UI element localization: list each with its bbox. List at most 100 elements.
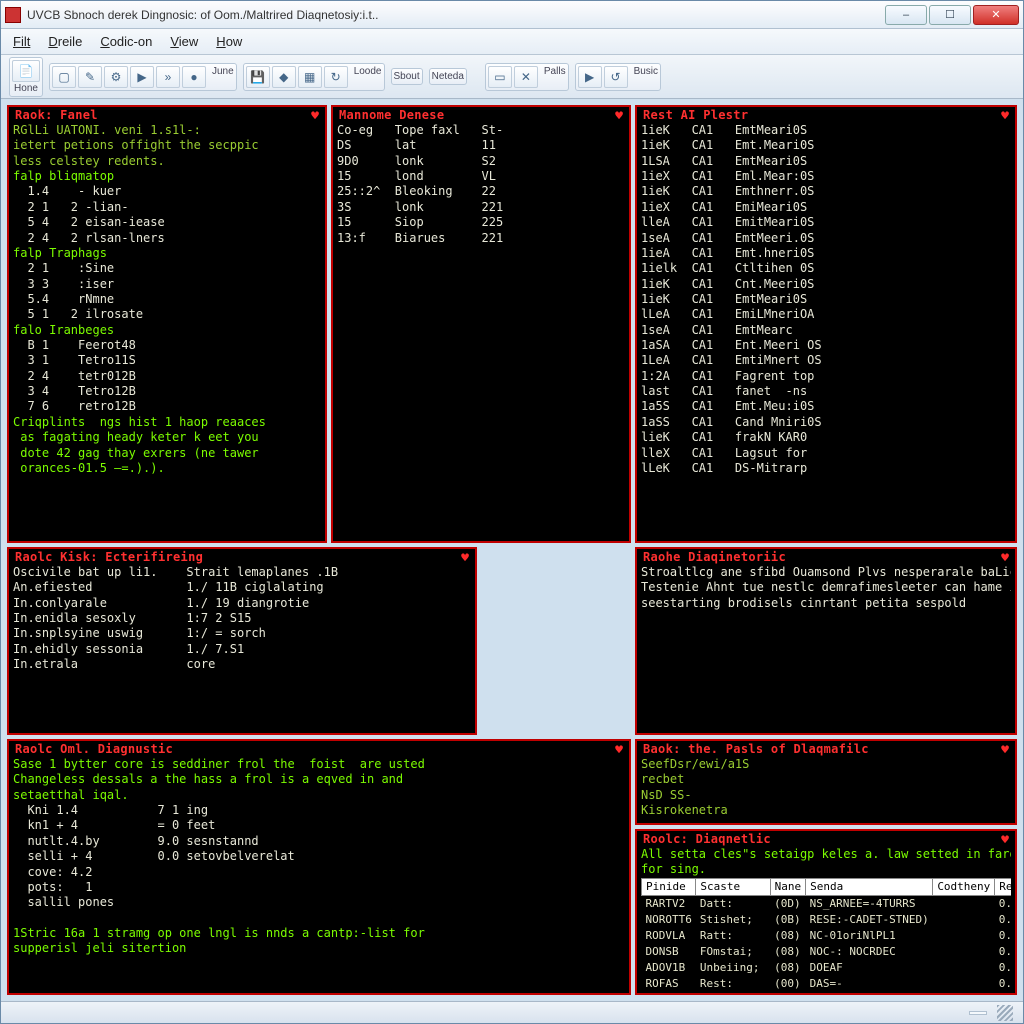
maximize-button[interactable]: ☐	[929, 5, 971, 25]
cell: NOC-: NOCRDEC	[806, 944, 933, 960]
cell: Unbeiing;	[696, 960, 770, 976]
panel-title: Rest AI Plestr	[641, 108, 750, 123]
diag-table: PinideScasteNaneSendaCodthenyRecnmeRARTV…	[641, 878, 1011, 989]
close-button[interactable]: ✕	[973, 5, 1019, 25]
tb-label-hone: Hone	[14, 83, 38, 94]
tb-group-sbout: Sbout	[391, 68, 423, 85]
tbtn-refresh-icon[interactable]: ↺	[604, 66, 628, 88]
cell: (0B)	[770, 912, 806, 928]
tbtn-win-icon[interactable]: ▢	[52, 66, 76, 88]
panel-body: RGlLi UATONI. veni 1.s1l-: ietert petion…	[13, 123, 321, 537]
panel-body: Stroaltlcg ane sfibd Ouamsond Plvs nespe…	[641, 565, 1011, 729]
cell: RESE:-CADET-STNED)	[806, 912, 933, 928]
tbtn-window-icon[interactable]: ▭	[488, 66, 512, 88]
panel-kisk[interactable]: Raolc Kisk: Ecterifireing ♥ Oscivile bat…	[7, 547, 477, 735]
cell: RODVLA	[642, 928, 696, 944]
tb-label-loode: Loode	[354, 66, 382, 77]
menu-view[interactable]: View	[170, 34, 198, 49]
menu-filt[interactable]: Filt	[13, 34, 30, 49]
tbtn-rec-icon[interactable]: ●	[182, 66, 206, 88]
panel-body: Oscivile bat up li1. Strait lemaplanes .…	[13, 565, 471, 729]
tbtn-play-icon[interactable]: ▶	[130, 66, 154, 88]
window-buttons: – ☐ ✕	[883, 5, 1019, 25]
panel-title: Raolc Kisk: Ecterifireing	[13, 550, 205, 565]
col-header[interactable]: Codtheny	[933, 878, 995, 895]
statusbar	[1, 1001, 1023, 1023]
cell	[933, 895, 995, 912]
tbtn-grid-icon[interactable]: ▦	[298, 66, 322, 88]
cell: NOROTT6	[642, 912, 696, 928]
tb-group-loode: 💾 ◆ ▦ ↻ Loode	[243, 63, 385, 91]
tb-group-june: ▢ ✎ ⚙ ▶ » ● June	[49, 63, 237, 91]
minimize-button[interactable]: –	[885, 5, 927, 25]
tbtn-gear-icon[interactable]: ⚙	[104, 66, 128, 88]
tbtn-up-icon[interactable]: ↻	[324, 66, 348, 88]
cell: ROFAS	[642, 976, 696, 989]
panel-mannome[interactable]: Mannome Denese ♥ Co-eg Tope faxl St- DS …	[331, 105, 631, 543]
cell: DAS=-	[806, 976, 933, 989]
toolbar: 📄 Hone ▢ ✎ ⚙ ▶ » ● June 💾 ◆ ▦ ↻ Loode Sb…	[1, 55, 1023, 99]
app-window: UVCB Sbnoch derek Dingnosic: of Oom./Mal…	[0, 0, 1024, 1024]
panel-title: Raok: Fanel	[13, 108, 100, 123]
panel-body: 1ieK CA1 EmtMeari0S 1ieK CA1 Emt.Meari0S…	[641, 123, 1011, 537]
titlebar[interactable]: UVCB Sbnoch derek Dingnosic: of Oom./Mal…	[1, 1, 1023, 29]
panel-diaqinetoriic[interactable]: Raohe Diaqinetoriic ♥ Stroaltlcg ane sfi…	[635, 547, 1017, 735]
window-title: UVCB Sbnoch derek Dingnosic: of Oom./Mal…	[27, 8, 883, 22]
col-header[interactable]: Senda	[806, 878, 933, 895]
tb-label-busic: Busic	[634, 66, 658, 77]
cell	[933, 928, 995, 944]
tbtn-edit-icon[interactable]: ✎	[78, 66, 102, 88]
cell: Rest:	[696, 976, 770, 989]
tb-label-june: June	[212, 66, 234, 77]
tbtn-fwd-icon[interactable]: »	[156, 66, 180, 88]
cell: 0.12	[995, 944, 1011, 960]
table-row[interactable]: RODVLARatt:(08)NC-01oriNlPL10.13	[642, 928, 1012, 944]
tb-group-busic: ▶ ↺ Busic	[575, 63, 661, 91]
table-row[interactable]: NOROTT6Stishet;(0B)RESE:-CADET-STNED)0.1…	[642, 912, 1012, 928]
hone-button[interactable]: 📄	[12, 60, 40, 82]
panel-body: Co-eg Tope faxl St- DS lat 11 9D0 lonk S…	[337, 123, 625, 537]
tb-label-palls: Palls	[544, 66, 566, 77]
col-header[interactable]: Scaste	[696, 878, 770, 895]
panel-oml-diagnostic[interactable]: Raolc Oml. Diagnustic ♥ Sase 1 bytter co…	[7, 739, 631, 995]
cell: DOEAF	[806, 960, 933, 976]
app-icon	[5, 7, 21, 23]
cell: (00)	[770, 976, 806, 989]
cell: Stishet;	[696, 912, 770, 928]
tbtn-play2-icon[interactable]: ▶	[578, 66, 602, 88]
tb-group-hone: 📄 Hone	[9, 57, 43, 97]
tb-group-neteda: Neteda	[429, 68, 467, 85]
tbtn-x-icon[interactable]: ✕	[514, 66, 538, 88]
col-header[interactable]: Nane	[770, 878, 806, 895]
cell: 0.17	[995, 976, 1011, 989]
cell: (0D)	[770, 895, 806, 912]
col-header[interactable]: Pinide	[642, 878, 696, 895]
tbtn-save-icon[interactable]: 💾	[246, 66, 270, 88]
panel-title: Raohe Diaqinetoriic	[641, 550, 788, 565]
cell: Datt:	[696, 895, 770, 912]
menubar: Filt Dreile Codic-on View How	[1, 29, 1023, 55]
cell: NS_ARNEE=-4TURRS	[806, 895, 933, 912]
table-row[interactable]: ADOV1BUnbeiing;(08)DOEAF0.17	[642, 960, 1012, 976]
cell: FOmstai;	[696, 944, 770, 960]
table-row[interactable]: ROFASRest:(00)DAS=- 0.17	[642, 976, 1012, 989]
menu-dreile[interactable]: Dreile	[48, 34, 82, 49]
menu-codicon[interactable]: Codic-on	[100, 34, 152, 49]
cell	[933, 960, 995, 976]
panel-title: Roolc: Diaqnetlic	[641, 832, 773, 847]
panel-title: Baok: the. Pasls of Dlaqmafilc	[641, 742, 871, 757]
col-header[interactable]: Recnme	[995, 878, 1011, 895]
cell	[933, 976, 995, 989]
cell: (08)	[770, 960, 806, 976]
panel-roolc-diag[interactable]: Roolc: Diaqnetlic ♥ All setta cles"s set…	[635, 829, 1017, 995]
panel-body: SeefDsr/ewi/a1S recbet NsD SS- Kisrokene…	[641, 757, 1011, 819]
resize-grip-icon[interactable]	[997, 1005, 1013, 1021]
table-row[interactable]: RARTV2Datt:(0D)NS_ARNEE=-4TURRS0.25	[642, 895, 1012, 912]
cell: 0.13	[995, 928, 1011, 944]
panel-pasls[interactable]: Baok: the. Pasls of Dlaqmafilc ♥ SeefDsr…	[635, 739, 1017, 825]
panel-fanel[interactable]: Raok: Fanel ♥ RGlLi UATONI. veni 1.s1l-:…	[7, 105, 327, 543]
tbtn-left-icon[interactable]: ◆	[272, 66, 296, 88]
panel-rest-ai[interactable]: Rest AI Plestr ♥ 1ieK CA1 EmtMeari0S 1ie…	[635, 105, 1017, 543]
menu-how[interactable]: How	[216, 34, 242, 49]
table-row[interactable]: DONSBFOmstai;(08)NOC-: NOCRDEC0.12	[642, 944, 1012, 960]
